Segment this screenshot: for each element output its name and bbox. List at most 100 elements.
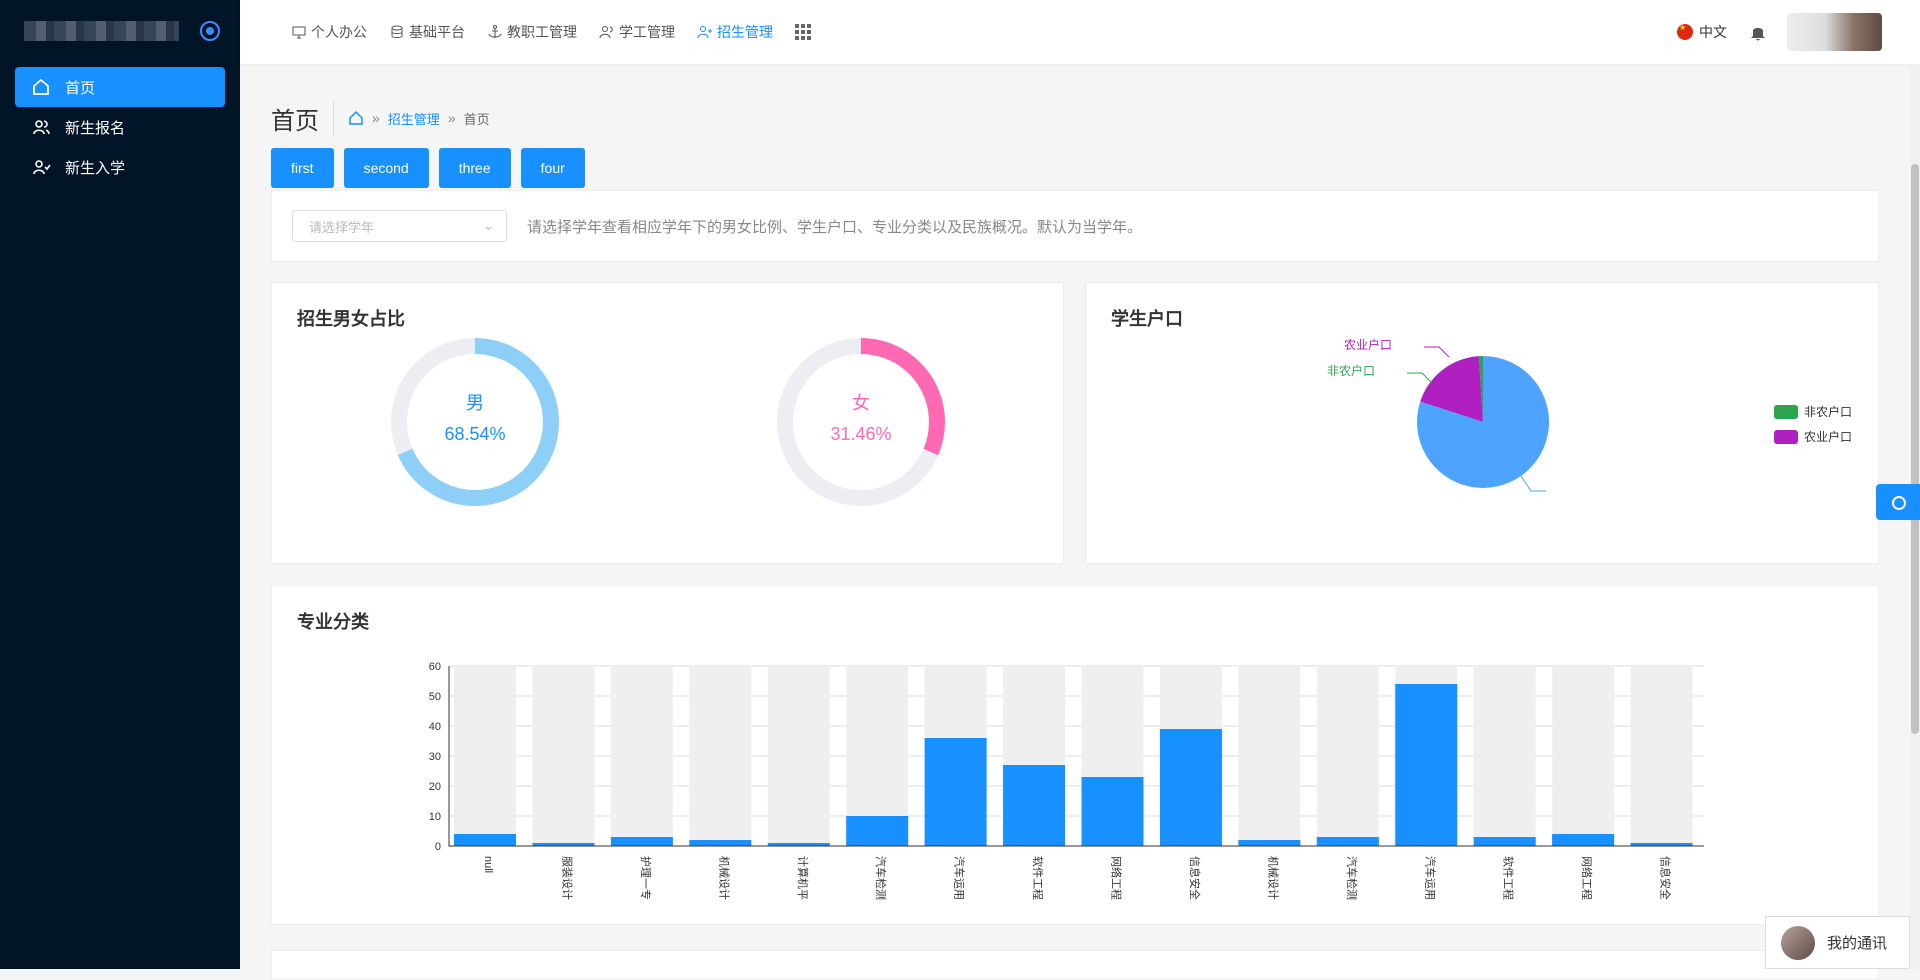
top-navigation-bar: 个人办公 基础平台 教职工管理 学工管理 招生管理 中文 [240,0,1920,64]
bar-10 [1238,840,1301,846]
bar-category-label-2: 护理一专 [639,856,653,900]
bar-2 [610,837,673,846]
sidebar-item-admission[interactable]: 新生入学 [15,147,225,187]
bar-7 [1003,765,1066,846]
bar-category-label-13: 软件工程 [1502,856,1516,900]
nav-item-student-affairs[interactable]: 学工管理 [599,22,675,42]
nav-item-label: 基础平台 [409,24,465,40]
year-filter-panel: 请选择学年 ⌄ 请选择学年查看相应学年下的男女比例、学生户口、专业分类以及民族概况… [271,190,1879,262]
next-card [271,950,1879,980]
bar-9 [1159,729,1222,846]
tab-buttons: first second three four [271,148,1879,188]
nav-item-label: 教职工管理 [507,24,577,40]
bell-icon[interactable] [1749,23,1767,41]
tab-three[interactable]: three [438,148,511,188]
apps-grid-icon[interactable] [795,24,811,40]
select-placeholder: 请选择学年 [309,219,375,235]
chat-widget[interactable]: 我的通讯 [1765,916,1910,969]
sidebar-item-label: 新生报名 [65,119,126,137]
bar-8 [1081,777,1144,846]
tab-first[interactable]: first [271,148,334,188]
female-percentage: 31.46% [830,424,892,444]
settings-float-button[interactable] [1876,484,1920,520]
page-title: 首页 [271,100,334,136]
page-header: 首页 » 招生管理 » 首页 [271,64,1879,152]
bar-category-label-7: 软件工程 [1031,856,1045,900]
bar-y-tick: 40 [429,721,441,733]
language-switch[interactable]: 中文 [1699,22,1727,42]
chevron-down-icon: ⌄ [483,218,494,233]
legend-label-farm: 农业户口 [1804,430,1853,444]
legend-item-nonfarm[interactable]: 非农户口 [1774,403,1852,420]
chat-label: 我的通讯 [1827,935,1888,952]
bar-11 [1316,837,1379,846]
pie-leader-main [1520,475,1546,492]
nav-item-label: 个人办公 [311,24,367,40]
bar-y-tick: 60 [429,661,441,673]
legend-swatch-nonfarm [1774,404,1798,419]
bar-category-label-11: 汽车检测 [1345,856,1359,900]
logo [24,21,179,41]
nav-item-admissions[interactable]: 招生管理 [697,22,773,42]
database-icon [391,25,403,38]
sidebar-item-enrollment[interactable]: 新生报名 [15,107,225,147]
china-flag-icon [1677,23,1693,40]
bar-category-label-3: 机械设计 [717,856,731,900]
bar-6 [924,738,987,846]
bar-background-14 [1552,666,1615,846]
bar-background-13 [1473,666,1536,846]
top-right-tools: 中文 [1677,0,1920,64]
bar-category-label-15: 信息安全 [1659,856,1673,900]
breadcrumb-separator: » [372,110,380,126]
nav-item-personal-office[interactable]: 个人办公 [291,22,367,42]
legend-swatch-farm [1774,429,1798,444]
user-avatar[interactable] [1787,13,1882,51]
bar-category-label-6: 汽车运用 [953,856,967,900]
main-content: 首页 » 招生管理 » 首页 first second three four 请… [271,64,1879,262]
nav-item-base-platform[interactable]: 基础平台 [389,22,465,42]
bar-y-tick: 20 [429,781,441,793]
bar-background-3 [689,666,752,846]
breadcrumb-admissions[interactable]: 招生管理 [388,109,440,128]
legend-item-farm[interactable]: 农业户口 [1774,428,1852,445]
bar-13 [1473,837,1536,846]
home-icon [33,78,49,95]
nav-item-staff[interactable]: 教职工管理 [487,22,577,42]
bar-category-label-12: 汽车运用 [1423,856,1437,900]
module-nav: 个人办公 基础平台 教职工管理 学工管理 招生管理 [291,0,811,64]
legend-label-nonfarm: 非农户口 [1804,405,1853,419]
pie-label-0: 农业户口 [1344,337,1392,352]
home-icon[interactable] [348,110,364,126]
bar-background-10 [1238,666,1301,846]
breadcrumb-separator: » [447,110,456,126]
bar-background-11 [1316,666,1379,846]
bar-category-label-1: 服装设计 [560,856,573,900]
bar-5 [846,816,909,846]
scrollbar-thumb[interactable] [1911,164,1919,734]
bar-background-15 [1630,666,1693,846]
user-plus-icon [697,26,712,39]
sidebar-item-label: 新生入学 [65,159,126,177]
tab-four[interactable]: four [520,148,585,188]
tab-second[interactable]: second [343,148,429,188]
bar-y-tick: 30 [429,751,441,763]
pie-leader-1 [1407,372,1433,384]
bar-background-0 [454,666,516,846]
bar-y-tick: 10 [429,811,441,823]
breadcrumb-current: 首页 [463,111,490,127]
sidebar: 首页 新生报名 新生入学 [0,0,240,969]
bar-category-label-14: 网络工程 [1580,856,1594,900]
school-year-select[interactable]: 请选择学年 ⌄ [292,210,507,242]
hukou-pie-chart: 农业户口非农户口 [1327,337,1549,492]
users-icon [33,120,50,135]
collapse-toggle-icon[interactable] [200,21,220,41]
female-label: 女 [852,393,870,413]
gender-card-title: 招生男女占比 [297,309,405,329]
bar-category-label-0: null [482,856,494,873]
sidebar-menu: 首页 新生报名 新生入学 [0,67,240,187]
major-category-card: 专业分类 0 10 20 30 40 50 60 null 服装设计 护理一专 机械设计 计算机平 汽车… [271,585,1879,925]
chat-avatar [1781,925,1815,960]
bar-category-label-10: 机械设计 [1266,856,1280,900]
pie-label-1: 非农户口 [1327,363,1375,378]
sidebar-item-home[interactable]: 首页 [15,67,225,107]
